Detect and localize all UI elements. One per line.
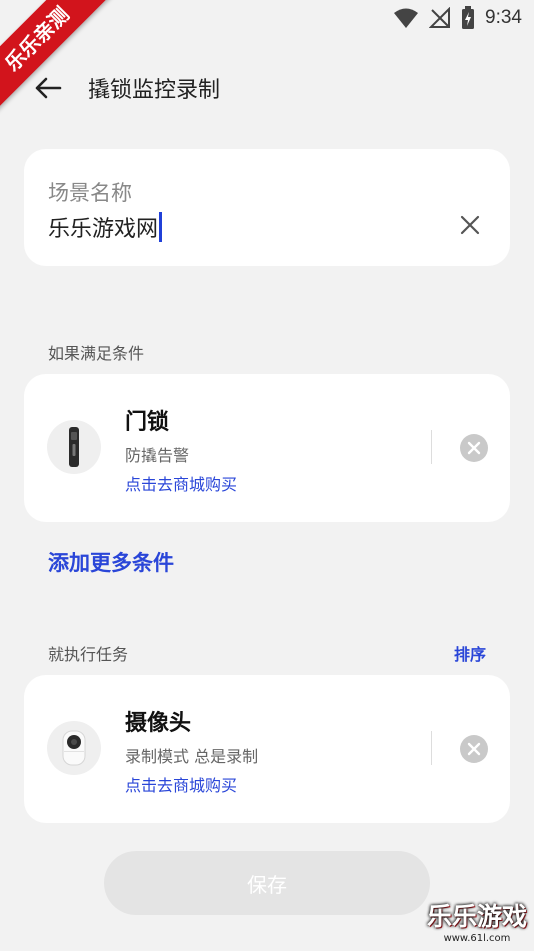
battery-charging-icon [462, 6, 475, 29]
camera-icon [47, 721, 101, 775]
wifi-icon [394, 8, 419, 28]
text-caret [159, 212, 163, 242]
task-card-camera[interactable]: 摄像头 录制模式 总是录制 点击去商城购买 [24, 675, 510, 823]
condition-card-door-lock[interactable]: 门锁 防撬告警 点击去商城购买 [24, 374, 510, 522]
sort-button[interactable]: 排序 [454, 641, 486, 665]
watermark-text: 乐乐游戏 [426, 902, 527, 931]
scene-name-value: 乐乐游戏网 [48, 217, 159, 242]
page-title: 撬锁监控录制 [88, 78, 221, 103]
scene-name-input[interactable]: 乐乐游戏网 [48, 211, 163, 243]
no-signal-icon [429, 7, 451, 28]
task-device-description: 录制模式 总是录制 [125, 747, 259, 766]
door-lock-icon [47, 420, 101, 474]
condition-device-description: 防撬告警 [125, 446, 190, 465]
task-device-name: 摄像头 [125, 711, 192, 736]
close-icon [460, 215, 480, 235]
status-icons: 9:34 [393, 6, 522, 30]
save-button[interactable]: 保存 [104, 851, 430, 915]
divider [431, 731, 432, 765]
remove-icon [467, 441, 481, 455]
status-time: 9:34 [485, 7, 522, 28]
add-more-conditions-button[interactable]: 添加更多条件 [48, 547, 174, 577]
back-arrow-icon [35, 77, 62, 99]
scene-name-card: 场景名称 乐乐游戏网 [24, 149, 510, 266]
divider [431, 430, 432, 464]
task-shop-link[interactable]: 点击去商城购买 [125, 772, 237, 796]
remove-task-button[interactable] [460, 735, 488, 763]
watermark-logo: 乐乐游戏 www.61l.com [420, 901, 534, 951]
top-app-bar: 撬锁监控录制 [0, 62, 534, 114]
clear-button[interactable] [454, 209, 486, 241]
remove-icon [467, 742, 481, 756]
condition-shop-link[interactable]: 点击去商城购买 [125, 471, 237, 495]
conditions-section-label: 如果满足条件 [48, 344, 145, 363]
tasks-section-label: 就执行任务 [48, 645, 129, 664]
condition-device-name: 门锁 [125, 410, 170, 435]
remove-condition-button[interactable] [460, 434, 488, 462]
scene-name-label: 场景名称 [48, 181, 132, 205]
watermark-url: www.61l.com [443, 933, 511, 944]
back-button[interactable] [22, 62, 74, 114]
